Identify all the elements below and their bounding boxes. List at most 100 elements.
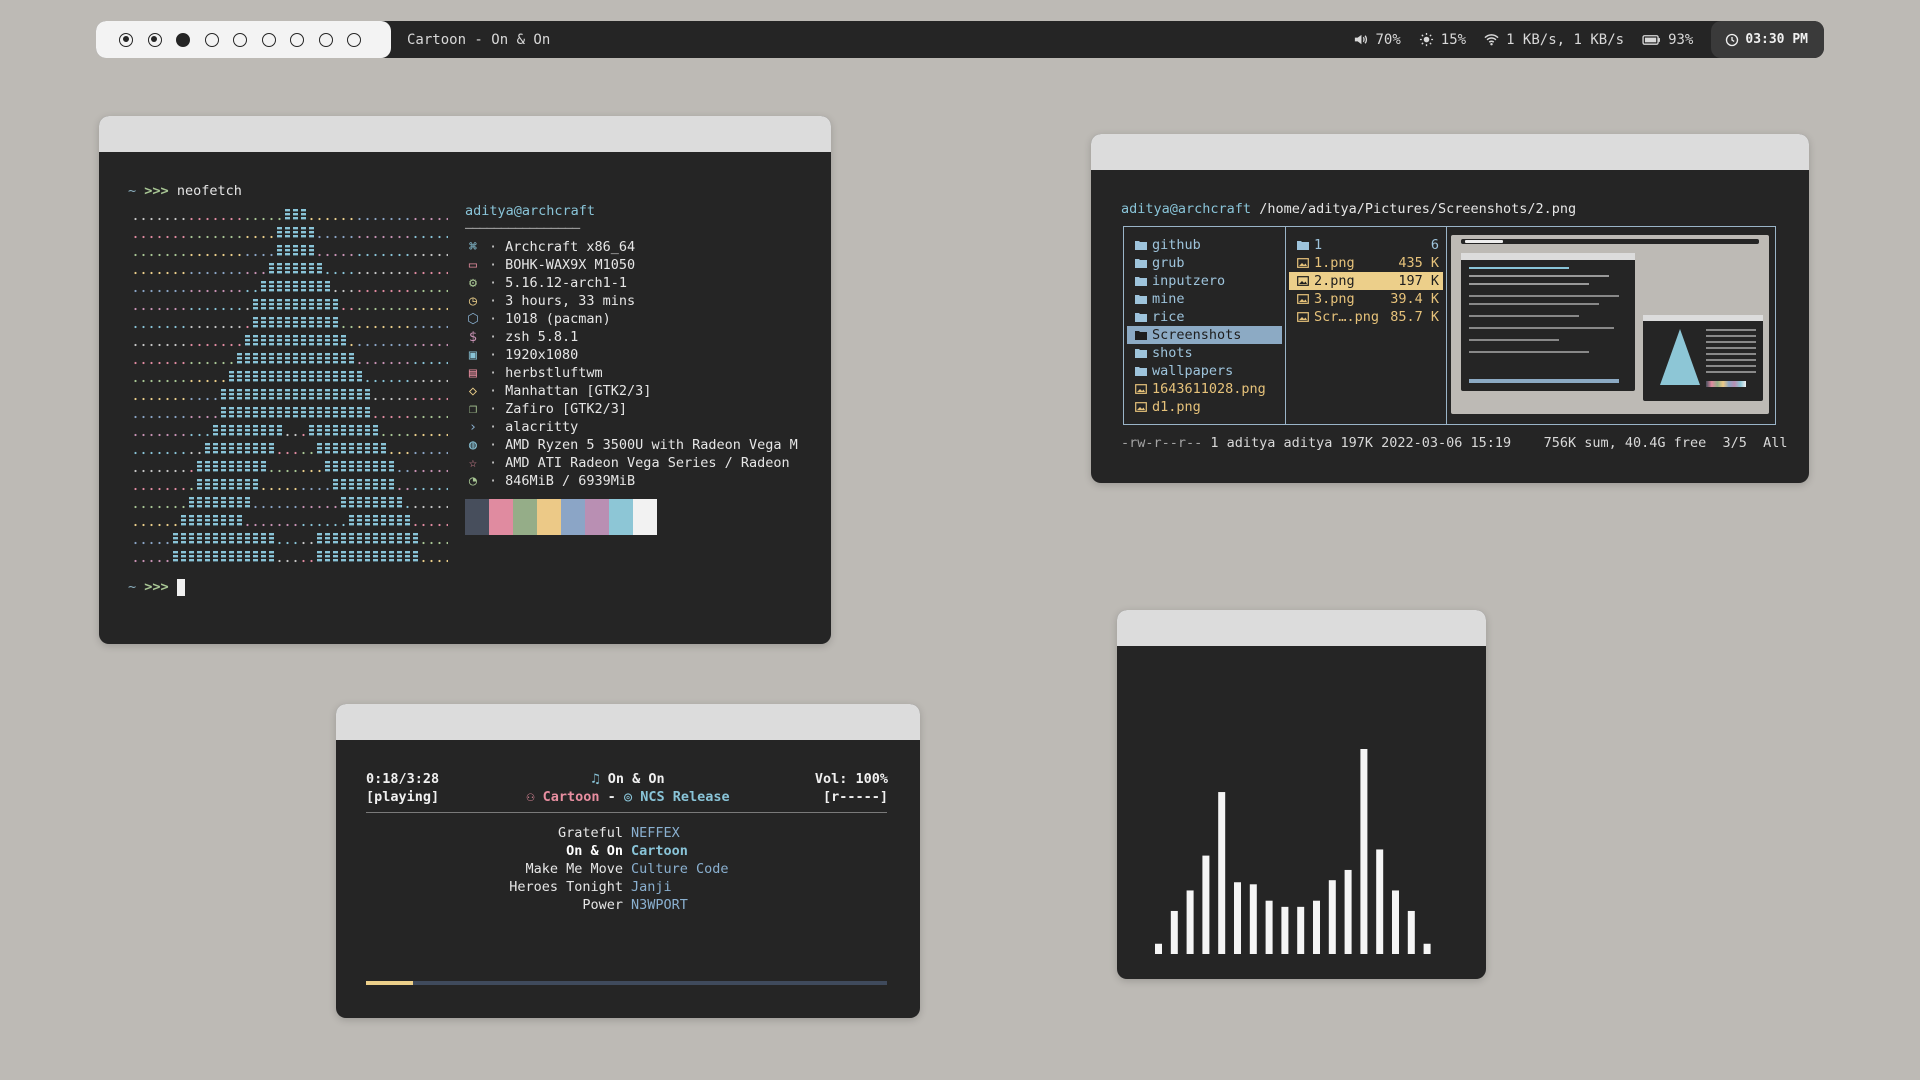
ascii-glyph xyxy=(245,479,250,482)
ascii-dot xyxy=(430,451,433,455)
ascii-dot xyxy=(278,469,281,473)
ascii-glyph xyxy=(333,389,338,392)
track-progress-bar[interactable] xyxy=(366,981,887,985)
directory-item[interactable]: rice xyxy=(1127,308,1282,326)
ascii-dot xyxy=(438,289,441,293)
brightness-value: 15% xyxy=(1440,31,1467,48)
directory-item[interactable]: inputzero xyxy=(1127,272,1282,290)
workspace-9-button[interactable] xyxy=(347,32,361,47)
ascii-glyph xyxy=(261,425,266,428)
ascii-glyph xyxy=(277,375,282,378)
file-item[interactable]: 1643611028.png xyxy=(1127,380,1282,398)
playlist-item[interactable]: Make Me Move Culture Code xyxy=(336,860,920,878)
palette-swatch xyxy=(513,499,537,535)
ascii-dot xyxy=(342,253,345,257)
window-titlebar[interactable] xyxy=(99,116,831,152)
playlist-item[interactable]: On & On Cartoon xyxy=(336,842,920,860)
window-titlebar[interactable] xyxy=(1117,610,1486,646)
ascii-glyph xyxy=(237,415,242,418)
ascii-glyph xyxy=(341,487,346,490)
directory-item[interactable]: mine xyxy=(1127,290,1282,308)
ascii-glyph xyxy=(293,397,298,400)
clock[interactable]: 03:30 PM xyxy=(1711,21,1824,58)
playlist-item[interactable]: Heroes Tonight Janji xyxy=(336,878,920,896)
ascii-glyph xyxy=(349,501,354,504)
ascii-glyph xyxy=(253,465,258,468)
spectrum-bars xyxy=(1155,749,1431,954)
ascii-glyph xyxy=(349,537,354,540)
workspace-1-button[interactable] xyxy=(119,32,133,47)
music-player-window[interactable]: 0:18/3:28 [playing] ♫ On & On ⚇ Cartoon … xyxy=(336,704,920,1018)
ascii-glyph xyxy=(357,523,362,526)
playlist-item[interactable]: Power N3WPORT xyxy=(336,896,920,914)
ascii-glyph xyxy=(325,415,330,418)
network-status[interactable]: 1 KB/s, 1 KB/s xyxy=(1484,32,1624,48)
directory-item[interactable]: github xyxy=(1127,236,1282,254)
ascii-dot xyxy=(398,217,401,221)
file-item[interactable]: 1.png 435 K xyxy=(1289,254,1443,272)
ascii-dot xyxy=(446,307,448,311)
ascii-dot xyxy=(198,271,201,275)
file-item[interactable]: 3.png 39.4 K xyxy=(1289,290,1443,308)
ascii-glyph xyxy=(325,533,330,536)
ascii-dot xyxy=(166,379,169,383)
ascii-glyph xyxy=(253,533,258,536)
ascii-dot xyxy=(150,451,153,455)
file-item[interactable]: Scr….png 85.7 K xyxy=(1289,308,1443,326)
ascii-glyph xyxy=(365,479,370,482)
ascii-glyph xyxy=(317,267,322,270)
ascii-glyph xyxy=(333,443,338,446)
workspace-8-button[interactable] xyxy=(318,32,333,47)
directory-name: rice xyxy=(1152,309,1185,325)
ascii-glyph xyxy=(333,411,338,414)
ascii-glyph xyxy=(333,307,338,310)
ascii-glyph xyxy=(317,559,322,562)
ascii-glyph xyxy=(277,389,282,392)
ascii-dot xyxy=(142,397,145,401)
ascii-glyph xyxy=(301,361,306,364)
ascii-glyph xyxy=(317,537,322,540)
directory-item[interactable]: grub xyxy=(1127,254,1282,272)
file-size: 39.4 K xyxy=(1390,291,1439,307)
directory-item[interactable]: shots xyxy=(1127,344,1282,362)
ascii-glyph xyxy=(357,515,362,518)
ascii-dot xyxy=(182,217,185,221)
workspace-6-button[interactable] xyxy=(261,32,276,47)
ascii-glyph xyxy=(301,285,306,288)
file-manager-window[interactable]: aditya@archcraft /home/aditya/Pictures/S… xyxy=(1091,134,1809,483)
command-prompt-line[interactable]: ~ >>> xyxy=(128,578,185,596)
battery-status[interactable]: 93% xyxy=(1642,32,1693,48)
playlist-item[interactable]: Grateful NEFFEX xyxy=(336,824,920,842)
audio-visualizer-window[interactable] xyxy=(1117,610,1486,979)
ascii-glyph xyxy=(285,213,290,216)
now-playing-title[interactable]: Cartoon - On & On xyxy=(407,32,550,48)
directory-item[interactable]: wallpapers xyxy=(1127,362,1282,380)
window-titlebar[interactable] xyxy=(1091,134,1809,170)
file-item[interactable]: 2.png 197 K xyxy=(1289,272,1443,290)
workspace-7-button[interactable] xyxy=(290,32,304,47)
workspace-3-button[interactable] xyxy=(176,32,190,47)
ascii-dot xyxy=(166,271,169,275)
ascii-glyph xyxy=(229,447,234,450)
file-item[interactable]: 16 xyxy=(1289,236,1443,254)
workspace-4-button[interactable] xyxy=(204,32,219,47)
ascii-glyph xyxy=(333,433,338,436)
ascii-dot xyxy=(430,397,433,401)
neofetch-terminal-window[interactable]: ~ >>> neofetch aditya@archcraft ────────… xyxy=(99,116,831,644)
directory-item[interactable]: Screenshots xyxy=(1127,326,1282,344)
ascii-glyph xyxy=(293,303,298,306)
file-item[interactable]: d1.png xyxy=(1127,398,1282,416)
ascii-glyph xyxy=(309,245,314,248)
ascii-dot xyxy=(190,343,193,347)
ascii-glyph xyxy=(253,307,258,310)
ascii-glyph xyxy=(261,451,266,454)
ascii-dot xyxy=(174,523,177,527)
ascii-glyph xyxy=(269,533,274,536)
ascii-glyph xyxy=(213,501,218,504)
volume-status[interactable]: 70% xyxy=(1353,32,1401,48)
workspace-2-button[interactable] xyxy=(147,32,162,47)
ascii-glyph xyxy=(181,537,186,540)
brightness-status[interactable]: 15% xyxy=(1419,32,1466,48)
workspace-5-button[interactable] xyxy=(233,32,247,47)
window-titlebar[interactable] xyxy=(336,704,920,740)
